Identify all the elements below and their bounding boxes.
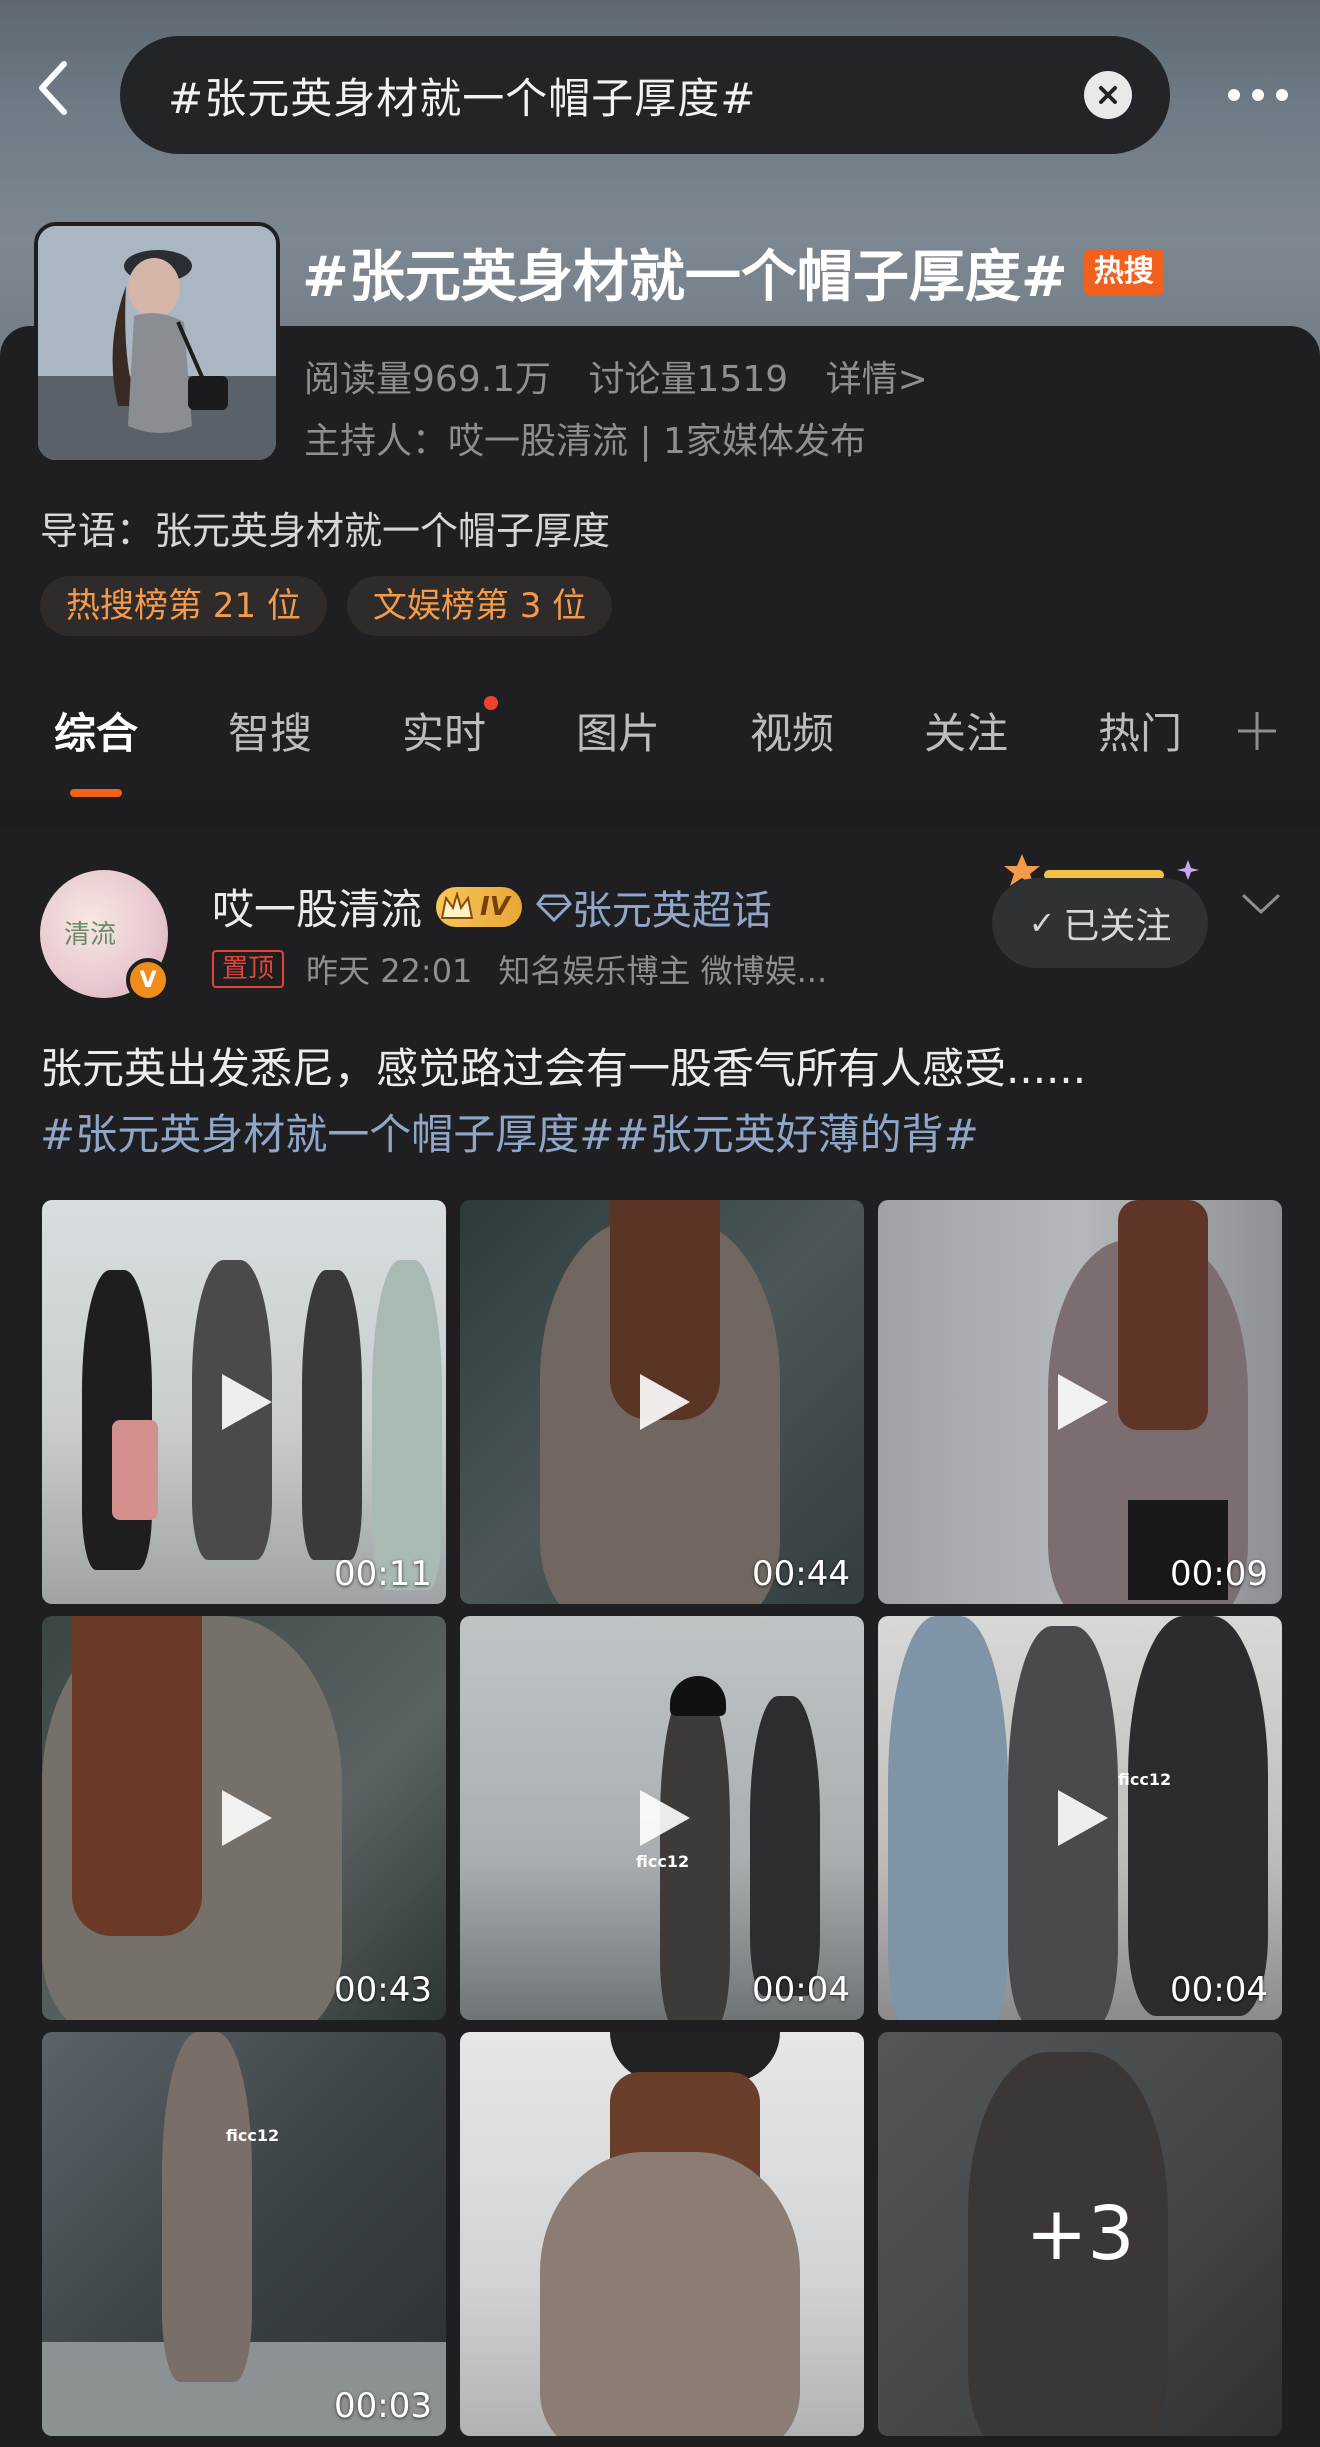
tab-images[interactable]: 图片 [576, 700, 660, 761]
super-topic-link[interactable]: 张元英超话 [535, 878, 772, 936]
video-duration: 00:43 [334, 1970, 432, 2010]
video-duration: 00:04 [1170, 1970, 1268, 2010]
discussion-count: 讨论量1519 [588, 359, 789, 400]
more-options-button[interactable] [1208, 70, 1308, 120]
tab-smart-search[interactable]: 智搜 [228, 700, 312, 761]
check-icon: ✓ [1028, 904, 1056, 942]
chevron-down-icon[interactable] [1236, 880, 1286, 930]
diamond-icon [535, 894, 572, 922]
more-dot-icon [1228, 89, 1240, 101]
weibo-post: 清流 V 哎一股清流 IV 张元英超话 置顶 昨天 22:01 知名娱乐博主 微… [0, 828, 1320, 2447]
back-button[interactable] [22, 56, 86, 120]
new-indicator-dot [484, 696, 499, 710]
search-input[interactable]: #张元英身材就一个帽子厚度# [120, 36, 1170, 154]
chevron-left-icon [39, 61, 67, 115]
more-count-overlay: +3 [878, 2032, 1282, 2436]
close-icon [1099, 86, 1117, 104]
topic-stats: 阅读量969.1万 讨论量1519 详情> [304, 350, 954, 402]
tab-videos[interactable]: 视频 [750, 700, 834, 761]
tab-label: 图片 [576, 709, 661, 758]
play-icon [1058, 1790, 1108, 1846]
crown-icon [440, 891, 474, 919]
post-hashtags[interactable]: #张元英身材就一个帽子厚度##张元英好薄的背# [40, 1102, 1280, 1168]
add-tab-icon[interactable] [1232, 706, 1282, 756]
pinned-tag: 置顶 [212, 950, 285, 988]
top-bar: #张元英身材就一个帽子厚度# [0, 0, 1320, 190]
author-description: 知名娱乐博主 微博娱... [498, 952, 828, 990]
author-line: 哎一股清流 IV 张元英超话 [212, 876, 772, 937]
tab-realtime[interactable]: 实时 [402, 696, 499, 761]
hot-search-rank-tag[interactable]: 热搜榜第 21 位 [40, 576, 327, 636]
topic-host[interactable]: 主持人：哎一股清流 | 1家媒体发布 [304, 412, 866, 464]
level-text: IV [480, 891, 510, 922]
media-grid: 00:11 00:44 00:09 00:43 ficc12 00:04 fic… [42, 1200, 1282, 2436]
post-time: 昨天 22:01 [306, 952, 473, 990]
tab-comprehensive[interactable]: 综合 [54, 700, 139, 797]
video-duration: 00:04 [752, 1970, 850, 2010]
tab-popular[interactable]: 热门 [1098, 700, 1182, 761]
tab-bar: 综合 智搜 实时 图片 视频 关注 热门 [0, 680, 1320, 797]
video-thumbnail[interactable]: 00:43 [42, 1616, 446, 2020]
tab-label: 智搜 [228, 709, 313, 758]
details-link[interactable]: 详情> [826, 359, 928, 400]
video-thumbnail[interactable]: ficc12 00:04 [460, 1616, 864, 2020]
topic-cover-image[interactable] [34, 222, 280, 464]
member-level-badge: IV [436, 886, 522, 927]
tab-following[interactable]: 关注 [924, 700, 1008, 761]
tab-label: 实时 [402, 709, 487, 758]
avatar-text: 清流 [64, 920, 117, 950]
play-icon [1058, 1374, 1108, 1430]
play-icon [222, 1790, 272, 1846]
image-thumbnail[interactable] [460, 2032, 864, 2436]
follow-button[interactable]: ✓ 已关注 [992, 878, 1208, 968]
post-meta: 置顶 昨天 22:01 知名娱乐博主 微博娱... [212, 946, 827, 992]
post-content: 张元英出发悉尼，感觉路过会有一股香气所有人感受...... #张元英身材就一个帽… [40, 1036, 1280, 1168]
play-icon [640, 1374, 690, 1430]
video-thumbnail[interactable]: 00:44 [460, 1200, 864, 1604]
video-thumbnail[interactable]: ficc12 00:04 [878, 1616, 1282, 2020]
video-duration: 00:03 [334, 2386, 432, 2426]
topic-intro: 导语：张元英身材就一个帽子厚度 [40, 509, 611, 553]
author-name[interactable]: 哎一股清流 [212, 876, 422, 937]
topic-title: #张元英身材就一个帽子厚度# 热搜 [302, 232, 1164, 312]
hot-search-badge: 热搜 [1083, 249, 1164, 295]
rank-tags: 热搜榜第 21 位 文娱榜第 3 位 [40, 576, 613, 636]
more-dot-icon [1276, 89, 1288, 101]
video-thumbnail[interactable]: 00:11 [42, 1200, 446, 1604]
tab-label: 综合 [54, 709, 139, 758]
more-dot-icon [1252, 89, 1264, 101]
search-query: #张元英身材就一个帽子厚度# [168, 73, 757, 123]
video-duration: 00:44 [752, 1554, 850, 1594]
watermark-text: ficc12 [1118, 1770, 1172, 1789]
tab-label: 热门 [1098, 709, 1183, 758]
super-topic-name: 张元英超话 [571, 887, 772, 934]
clear-search-button[interactable] [1084, 71, 1132, 119]
watermark-text: ficc12 [226, 2126, 280, 2145]
play-icon [640, 1790, 690, 1846]
follow-label: 已关注 [1063, 906, 1172, 947]
video-thumbnail[interactable]: 00:09 [878, 1200, 1282, 1604]
topic-title-text: #张元英身材就一个帽子厚度# [302, 244, 1068, 310]
post-text: 张元英出发悉尼，感觉路过会有一股香气所有人感受...... [40, 1044, 1087, 1093]
video-duration: 00:11 [334, 1554, 432, 1594]
verified-badge: V [126, 958, 170, 1002]
more-media-thumbnail[interactable]: +3 [878, 2032, 1282, 2436]
video-duration: 00:09 [1170, 1554, 1268, 1594]
cover-illustration [38, 226, 276, 460]
watermark-text: ficc12 [636, 1852, 690, 1871]
read-count: 阅读量969.1万 [304, 359, 552, 400]
tab-label: 关注 [924, 709, 1009, 758]
tab-label: 视频 [750, 709, 835, 758]
play-icon [222, 1374, 272, 1430]
entertainment-rank-tag[interactable]: 文娱榜第 3 位 [346, 576, 613, 636]
video-thumbnail[interactable]: ficc12 00:03 [42, 2032, 446, 2436]
